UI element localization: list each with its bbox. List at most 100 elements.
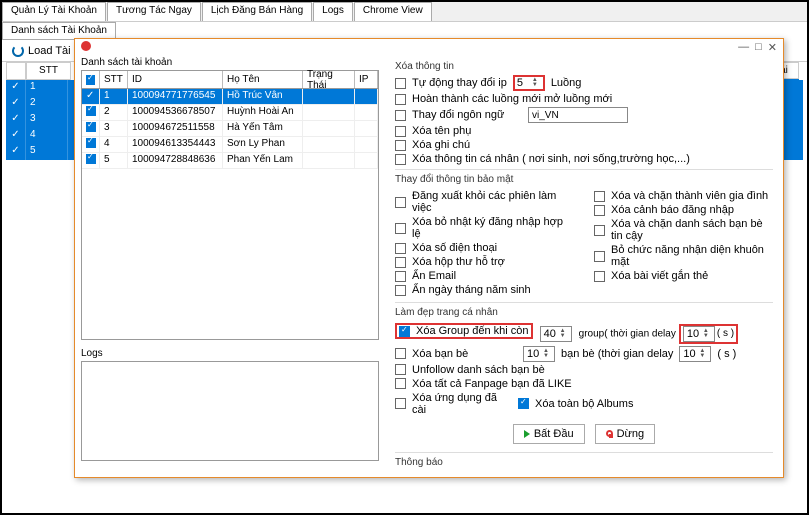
group-count-spinner[interactable]: 40▲▼ <box>540 326 572 342</box>
checkbox-delete-subname[interactable] <box>395 126 406 137</box>
label-auto-change-ip: Tự động thay đổi ip <box>412 77 507 89</box>
checkbox-logout-sessions[interactable] <box>395 197 406 208</box>
label-delete-albums: Xóa toàn bộ Albums <box>535 398 633 410</box>
checkbox-delete-mailbox[interactable] <box>395 257 406 268</box>
threads-spinner[interactable]: 5▲▼ <box>513 75 545 91</box>
maximize-button[interactable]: □ <box>755 41 762 55</box>
main-tabs: Quản Lý Tài Khoản Tương Tác Ngay Lịch Đă… <box>2 2 807 22</box>
logs-section: Logs <box>81 348 379 461</box>
group-security: Thay đổi thông tin bảo mật <box>395 174 773 185</box>
checkbox-delete-albums[interactable] <box>518 398 529 409</box>
friend-delay-spinner[interactable]: 10▲▼ <box>679 346 711 362</box>
logs-label: Logs <box>81 348 379 359</box>
label-logout-sessions: Đăng xuất khỏi các phiên làm việc <box>412 190 574 214</box>
checkbox-disable-face-recog[interactable] <box>594 251 605 262</box>
checkbox-delete-personal[interactable] <box>395 154 406 165</box>
settings-dialog: — □ ✕ Danh sách tài khoản STT ID Họ Tên … <box>74 38 784 478</box>
label-hide-birthday: Ẩn ngày tháng năm sinh <box>412 284 531 296</box>
label-threads: Luồng <box>551 77 582 89</box>
checkbox-delete-login-alert[interactable] <box>594 205 605 216</box>
account-row[interactable]: 5100094728848636Phan Yến Lam <box>82 153 378 169</box>
checkbox-complete-threads[interactable] <box>395 94 406 105</box>
label-delete-mailbox: Xóa hộp thư hỗ trợ <box>412 256 505 268</box>
checkbox-delete-login-log[interactable] <box>395 223 406 234</box>
tab-chrome-view[interactable]: Chrome View <box>354 2 432 21</box>
checkbox-block-family[interactable] <box>594 191 605 202</box>
dialog-titlebar: — □ ✕ <box>81 41 777 55</box>
account-table: STT ID Họ Tên Trạng Thái IP ✓11000947717… <box>81 70 379 340</box>
label-delete-personal: Xóa thông tin cá nhân ( nơi sinh, nơi số… <box>412 153 690 165</box>
checkbox-delete-tagged-posts[interactable] <box>594 271 605 282</box>
label-block-trusted-friends: Xóa và chặn danh sách bạn bè tin cậy <box>611 218 773 242</box>
label-complete-threads: Hoàn thành các luồng mới mở luồng mới <box>412 93 612 105</box>
stop-icon <box>606 430 613 437</box>
label-delete-phone: Xóa số điện thoại <box>412 242 497 254</box>
stop-button[interactable]: Dừng <box>595 424 656 444</box>
checkbox-delete-groups[interactable] <box>399 326 410 337</box>
checkbox-hide-birthday[interactable] <box>395 285 406 296</box>
label-group-delay: group( thời gian delay <box>579 329 676 340</box>
friend-count-spinner[interactable]: 10▲▼ <box>523 346 555 362</box>
checkbox-delete-apps[interactable] <box>395 398 406 409</box>
account-list-title: Danh sách tài khoản <box>81 57 379 68</box>
account-row[interactable]: 2100094536678507Huỳnh Hoài An <box>82 105 378 121</box>
checkbox-unlike-fanpages[interactable] <box>395 378 406 389</box>
refresh-icon <box>12 45 24 57</box>
tab-interact[interactable]: Tương Tác Ngay <box>107 2 201 21</box>
label-delete-subname: Xóa tên phụ <box>412 125 471 137</box>
label-delete-notes: Xóa ghi chú <box>412 139 470 151</box>
label-seconds-2: ( s ) <box>717 348 736 360</box>
group-delay-spinner[interactable]: 10▲▼ <box>683 326 715 342</box>
checkbox-delete-notes[interactable] <box>395 140 406 151</box>
label-change-language: Thay đổi ngôn ngữ <box>412 109 522 121</box>
main-window: Quản Lý Tài Khoản Tương Tác Ngay Lịch Đă… <box>2 2 807 513</box>
dialog-right-panel: Xóa thông tin Tự động thay đổi ip 5▲▼ Lu… <box>385 39 783 477</box>
checkbox-delete-phone[interactable] <box>395 243 406 254</box>
start-button[interactable]: Bất Đầu <box>513 424 585 444</box>
label-hide-email: Ẩn Email <box>412 270 456 282</box>
checkbox-delete-friends[interactable] <box>395 348 406 359</box>
label-seconds-1: ( s ) <box>717 328 734 339</box>
logs-textarea[interactable] <box>81 361 379 461</box>
label-delete-apps: Xóa ứng dụng đã cài <box>412 392 512 416</box>
checkbox-auto-change-ip[interactable] <box>395 78 406 89</box>
group-beautify: Làm đẹp trang cá nhân <box>395 307 773 318</box>
col-check[interactable] <box>82 71 100 88</box>
label-delete-groups: Xóa Group đến khi còn <box>416 325 529 337</box>
label-friend-delay: bạn bè (thời gian delay <box>561 348 673 360</box>
col-ip: IP <box>355 71 378 88</box>
account-row[interactable]: 3100094672511558Hà Yến Tâm <box>82 121 378 137</box>
notification-label: Thông báo <box>395 457 773 468</box>
dialog-app-icon <box>81 41 91 51</box>
group-delete-info: Xóa thông tin <box>395 61 773 72</box>
label-unlike-fanpages: Xóa tất cả Fanpage bạn đã LIKE <box>412 378 572 390</box>
col-id: ID <box>128 71 223 88</box>
checkbox-hide-email[interactable] <box>395 271 406 282</box>
checkbox-change-language[interactable] <box>395 110 406 121</box>
dialog-left-panel: Danh sách tài khoản STT ID Họ Tên Trạng … <box>75 39 385 477</box>
label-delete-friends: Xóa bạn bè <box>412 348 517 360</box>
label-disable-face-recog: Bỏ chức năng nhận diện khuôn mặt <box>611 244 773 268</box>
account-row[interactable]: ✓1100094771776545Hồ Trúc Vân <box>82 89 378 105</box>
col-stt: STT <box>100 71 128 88</box>
col-name: Họ Tên <box>223 71 303 88</box>
language-input[interactable]: vi_VN <box>528 107 628 123</box>
minimize-button[interactable]: — <box>738 41 749 55</box>
bg-col-stt: STT <box>26 62 71 80</box>
checkbox-block-trusted-friends[interactable] <box>594 225 605 236</box>
tab-accounts[interactable]: Quản Lý Tài Khoản <box>2 2 106 21</box>
label-delete-login-alert: Xóa cảnh báo đăng nhập <box>611 204 734 216</box>
check-all-icon <box>86 75 95 85</box>
checkbox-unfollow-friends[interactable] <box>395 364 406 375</box>
label-delete-login-log: Xóa bỏ nhật ký đăng nhập hợp lệ <box>412 216 574 240</box>
account-row[interactable]: 4100094613354443Sơn Ly Phan <box>82 137 378 153</box>
col-status: Trạng Thái <box>303 71 355 88</box>
label-delete-tagged-posts: Xóa bài viết gắn thẻ <box>611 270 708 282</box>
bg-col-check <box>6 62 26 80</box>
tab-logs[interactable]: Logs <box>313 2 353 21</box>
play-icon <box>524 430 530 438</box>
close-button[interactable]: ✕ <box>768 41 777 55</box>
label-block-family: Xóa và chặn thành viên gia đình <box>611 190 768 202</box>
label-unfollow-friends: Unfollow danh sách bạn bè <box>412 364 545 376</box>
tab-schedule[interactable]: Lịch Đăng Bán Hàng <box>202 2 312 21</box>
